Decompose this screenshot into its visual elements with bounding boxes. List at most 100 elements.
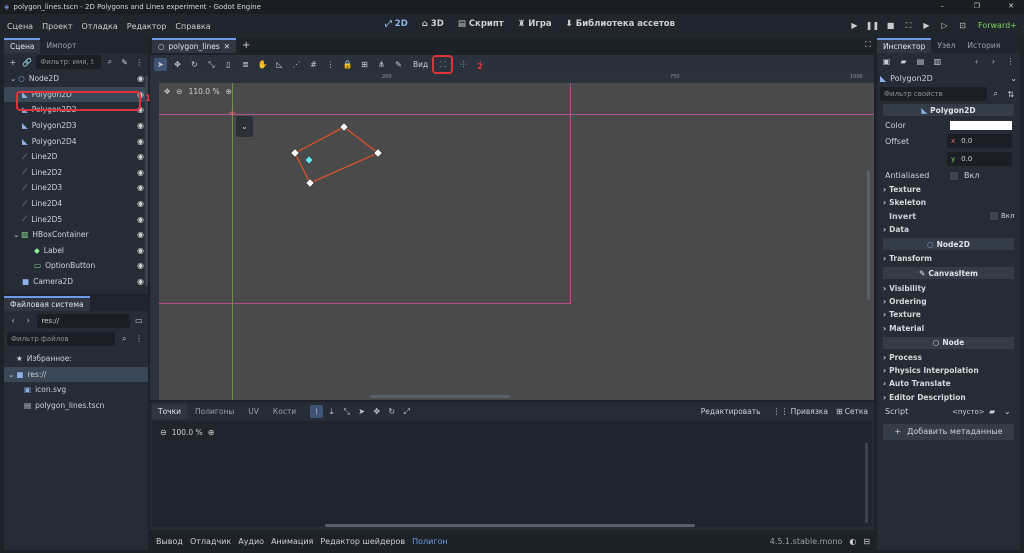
workspace-game-button[interactable]: ♜ Игра xyxy=(518,19,552,29)
tab-import[interactable]: Импорт xyxy=(40,38,82,53)
bone-icon[interactable]: ⋔ xyxy=(375,58,388,71)
section-texture[interactable]: › Texture xyxy=(877,183,1020,196)
edit-menu[interactable]: Редактировать xyxy=(701,407,761,416)
ruler-icon[interactable]: ◺ xyxy=(273,58,286,71)
scene-node-node2d[interactable]: ⌄ ○ Node2D ◉ xyxy=(4,71,148,87)
create-polygon-icon[interactable]: ⸭ xyxy=(457,58,470,71)
zoom-in-icon[interactable]: ⊕ xyxy=(208,428,215,437)
close-tab-icon[interactable]: ✕ xyxy=(224,42,230,51)
section-ordering[interactable]: › Ordering xyxy=(877,295,1020,308)
tab-inspector[interactable]: Инспектор xyxy=(877,38,932,53)
menu-icon[interactable]: ⋮ xyxy=(133,56,145,69)
uv-zoom-level[interactable]: 100.0 % xyxy=(172,428,203,437)
scene-node-line2d5[interactable]: ⟋ Line2D5 ◉ xyxy=(4,211,148,227)
play-icon[interactable]: ▶ xyxy=(848,19,861,32)
polygon-pivot[interactable] xyxy=(304,155,314,165)
antialiased-checkbox[interactable] xyxy=(950,171,958,180)
scene-node-polygon2d4[interactable]: ◣ Polygon2D4 ◉ xyxy=(4,133,148,149)
play-scene-icon[interactable]: ▶ xyxy=(920,19,933,32)
color-swatch[interactable] xyxy=(950,120,1012,130)
section-auto-translate[interactable]: › Auto Translate xyxy=(877,377,1020,390)
tab-animation[interactable]: Анимация xyxy=(271,537,313,546)
menu-item[interactable]: Редактор xyxy=(127,22,167,31)
uv-hscrollbar[interactable] xyxy=(325,524,695,527)
folder-icon[interactable]: ▰ xyxy=(989,407,995,416)
history-back-icon[interactable]: ‹ xyxy=(970,55,983,68)
canvas-hscrollbar[interactable] xyxy=(370,395,510,398)
menu-item[interactable]: Отладка xyxy=(82,22,118,31)
file-filter-input[interactable]: Фильтр файлов xyxy=(7,331,116,346)
script-icon[interactable]: ✎ xyxy=(119,56,131,69)
chevron-down-icon[interactable]: ⌄ xyxy=(13,230,19,239)
uv-vscrollbar[interactable] xyxy=(865,443,868,523)
scene-node-line2d4[interactable]: ⟋ Line2D4 ◉ xyxy=(4,196,148,212)
add-node-icon[interactable]: + xyxy=(7,56,19,69)
menu-item[interactable]: Проект xyxy=(42,22,72,31)
play-custom-icon[interactable]: ▷ xyxy=(938,19,951,32)
move-all-icon[interactable]: ✥ xyxy=(370,405,383,418)
open-resource-icon[interactable]: ▰ xyxy=(897,55,910,68)
chevron-down-icon[interactable]: ⌄ xyxy=(10,74,16,83)
scene-node-label[interactable]: ◆ Label ◉ xyxy=(4,243,148,259)
snap-toggle[interactable]: Привязка xyxy=(791,407,828,416)
more-icon[interactable]: ⋮ xyxy=(324,58,337,71)
menu-item[interactable]: Справка xyxy=(175,22,210,31)
chevron-down-icon[interactable]: ⌄ xyxy=(1010,74,1017,83)
tab-polygons[interactable]: Полигоны xyxy=(189,404,240,419)
uv-editor-area[interactable] xyxy=(152,443,872,527)
snap-icon[interactable]: ⋰ xyxy=(290,58,303,71)
file-item-icon[interactable]: ▣ icon.svg xyxy=(4,382,148,398)
visibility-eye-icon[interactable]: ◉ xyxy=(137,74,144,83)
invert-checkbox[interactable] xyxy=(990,212,998,221)
skeleton-icon[interactable]: ✎ xyxy=(392,58,405,71)
section-texture-canvas[interactable]: › Texture xyxy=(877,308,1020,321)
renderer-select[interactable]: Forward+ xyxy=(978,21,1017,30)
menu-icon[interactable]: ⋮ xyxy=(133,332,145,345)
polygon-uv-editor-icon[interactable]: ⸬ xyxy=(432,55,454,74)
section-material[interactable]: › Material xyxy=(877,321,1020,334)
section-physics-interpolation[interactable]: › Physics Interpolation xyxy=(877,364,1020,377)
back-icon[interactable]: ‹ xyxy=(7,314,19,327)
scene-node-optionbutton[interactable]: ▭ OptionButton ◉ xyxy=(4,258,148,274)
tab-bones[interactable]: Кости xyxy=(267,404,302,419)
lock-icon[interactable]: 🔒 xyxy=(341,58,354,71)
polygon-vertex[interactable] xyxy=(290,148,300,158)
script-value[interactable]: <пусто> xyxy=(952,408,985,416)
menu-item[interactable]: Сцена xyxy=(7,22,33,31)
tab-uv[interactable]: UV xyxy=(242,404,265,419)
workspace-3d-button[interactable]: ⌂ 3D xyxy=(422,19,444,29)
zoom-out-icon[interactable]: ⊖ xyxy=(160,428,167,437)
movie-icon[interactable]: ⊡ xyxy=(956,19,969,32)
tab-scene[interactable]: Сцена xyxy=(4,38,41,53)
visibility-eye-icon[interactable]: ◉ xyxy=(137,277,144,286)
visibility-eye-icon[interactable]: ◉ xyxy=(137,230,144,239)
close-window-button[interactable]: ✕ xyxy=(1008,2,1014,10)
workspace-script-button[interactable]: ▤ Скрипт xyxy=(458,19,504,29)
visibility-eye-icon[interactable]: ◉ xyxy=(137,215,144,224)
tab-polygon[interactable]: Полигон xyxy=(412,537,448,546)
forward-icon[interactable]: › xyxy=(22,314,34,327)
rotate-tool-icon[interactable]: ↻ xyxy=(188,58,201,71)
inspected-object[interactable]: Polygon2D xyxy=(890,74,933,83)
section-skeleton[interactable]: › Skeleton xyxy=(877,196,1020,209)
visibility-eye-icon[interactable]: ◉ xyxy=(137,137,144,146)
scene-node-line2d3[interactable]: ⟋ Line2D3 ◉ xyxy=(4,180,148,196)
visibility-eye-icon[interactable]: ◉ xyxy=(137,168,144,177)
canvas-viewport[interactable]: 200 750 1000 ✥ ⊖ 110.0 % ⊕ + ⌄ xyxy=(150,74,874,400)
distraction-free-icon[interactable]: ⛶ xyxy=(865,40,871,50)
tab-filesystem[interactable]: Файловая система xyxy=(4,296,90,311)
scene-filter-input[interactable]: Фильтр: имя, t xyxy=(36,55,102,69)
move-points-icon[interactable]: ⤓ xyxy=(325,405,338,418)
move-tool-icon[interactable]: ✥ xyxy=(171,58,184,71)
file-item-scene[interactable]: ▤ polygon_lines.tscn xyxy=(4,398,148,414)
list-select-icon[interactable]: ≣ xyxy=(239,58,252,71)
visibility-eye-icon[interactable]: ◉ xyxy=(137,261,144,270)
visibility-eye-icon[interactable]: ◉ xyxy=(137,246,144,255)
select-arrow-icon[interactable]: ➤ xyxy=(355,405,368,418)
filter-options-icon[interactable]: ⇅ xyxy=(1005,88,1017,101)
scale-tool-icon[interactable]: ⤡ xyxy=(205,58,218,71)
new-resource-icon[interactable]: ▣ xyxy=(880,55,893,68)
scene-tab[interactable]: ○ polygon_lines ✕ xyxy=(152,38,236,53)
link-icon[interactable]: 🔗 xyxy=(22,56,34,69)
tab-node[interactable]: Узел xyxy=(931,38,961,53)
